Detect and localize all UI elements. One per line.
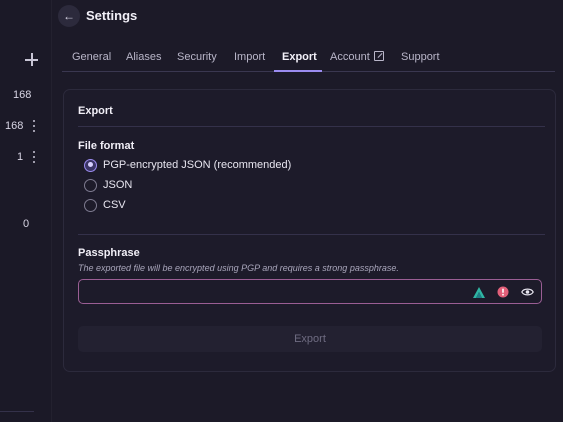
- sidebar-count-vault: 168: [5, 120, 24, 132]
- sidebar-count-all: 168: [13, 89, 32, 101]
- sidebar-bottom-divider: [0, 411, 34, 412]
- arrow-left-icon: ←: [63, 9, 75, 23]
- radio-unchecked[interactable]: [84, 198, 97, 212]
- file-format-label: File format: [78, 140, 135, 152]
- password-manager-icon[interactable]: [472, 285, 486, 299]
- format-option-json[interactable]: JSON: [84, 177, 132, 193]
- format-option-label: PGP-encrypted JSON (recommended): [103, 159, 292, 171]
- passphrase-hint: The exported file will be encrypted usin…: [78, 263, 399, 273]
- sidebar-count-vault-2: 1: [17, 151, 24, 163]
- card-title-divider: [78, 126, 545, 127]
- tab-general[interactable]: General: [72, 51, 111, 63]
- alert-icon: [497, 286, 509, 298]
- export-button[interactable]: Export: [78, 326, 542, 352]
- back-button[interactable]: ←: [58, 5, 80, 27]
- format-option-csv[interactable]: CSV: [84, 197, 126, 213]
- tab-export[interactable]: Export: [282, 51, 317, 63]
- sidebar: 168 168 1 0: [0, 0, 52, 422]
- sidebar-count-trash: 0: [23, 218, 30, 230]
- passphrase-label: Passphrase: [78, 247, 140, 259]
- radio-checked[interactable]: [84, 158, 97, 172]
- eye-icon[interactable]: [521, 287, 534, 297]
- format-option-pgp-json[interactable]: PGP-encrypted JSON (recommended): [84, 157, 291, 173]
- export-card-title: Export: [78, 105, 113, 117]
- export-card: Export File format PGP-encrypted JSON (r…: [63, 89, 556, 372]
- format-option-label: CSV: [103, 199, 126, 211]
- section-divider: [78, 234, 545, 235]
- vault-2-menu-kebab-icon[interactable]: [32, 151, 36, 163]
- external-link-icon: [373, 51, 384, 61]
- tab-import[interactable]: Import: [234, 51, 265, 63]
- vault-menu-kebab-icon[interactable]: [32, 120, 36, 132]
- tab-support[interactable]: Support: [401, 51, 440, 63]
- page-title: Settings: [86, 8, 138, 23]
- tab-security[interactable]: Security: [177, 51, 217, 63]
- app-window: 168 168 1 0 ← Settings General Aliases S…: [0, 0, 563, 422]
- tab-account[interactable]: Account: [330, 51, 384, 63]
- tab-account-label: Account: [330, 51, 370, 63]
- format-option-label: JSON: [103, 179, 133, 191]
- tab-aliases[interactable]: Aliases: [126, 51, 161, 63]
- add-vault-plus-icon[interactable]: [24, 52, 40, 68]
- radio-unchecked[interactable]: [84, 178, 97, 192]
- active-tab-indicator: [274, 70, 322, 72]
- settings-tabs: General Aliases Security Import Export A…: [62, 46, 555, 72]
